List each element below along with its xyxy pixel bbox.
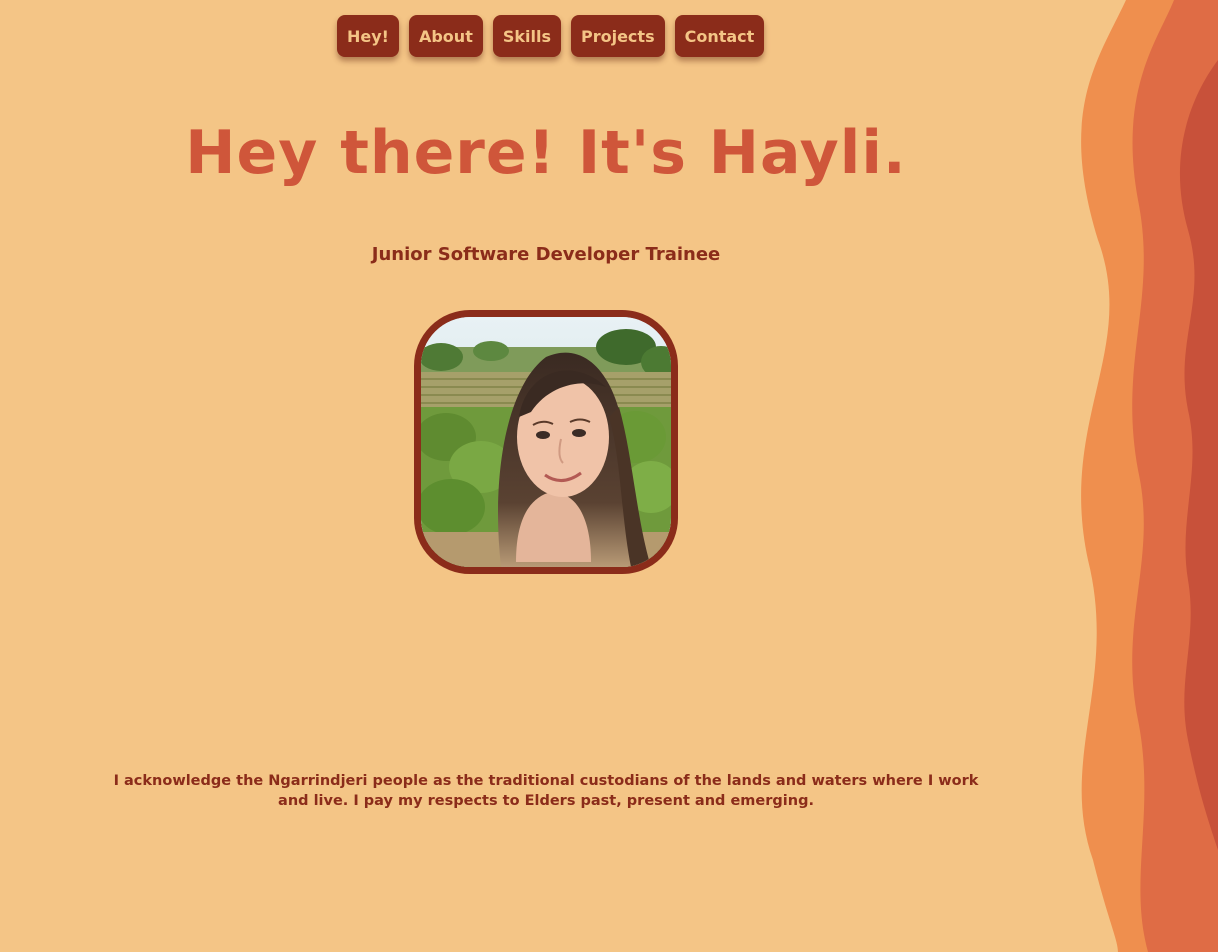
profile-photo: [414, 310, 678, 574]
profile-photo-illustration: [421, 317, 671, 567]
acknowledgement-of-country: I acknowledge the Ngarrindjeri people as…: [113, 773, 979, 809]
nav-about-button[interactable]: About: [408, 15, 483, 57]
nav-projects-button[interactable]: Projects: [570, 15, 665, 57]
decorative-wave-border: [1081, 0, 1218, 952]
page-title: Hey there! It's Hayli.: [185, 118, 907, 188]
nav-hey-button[interactable]: Hey!: [337, 15, 399, 57]
page-subtitle: Junior Software Developer Trainee: [371, 244, 721, 265]
nav-contact-button[interactable]: Contact: [674, 15, 765, 57]
main-nav: Hey! About Skills Projects Contact: [337, 15, 765, 57]
nav-skills-button[interactable]: Skills: [492, 15, 561, 57]
